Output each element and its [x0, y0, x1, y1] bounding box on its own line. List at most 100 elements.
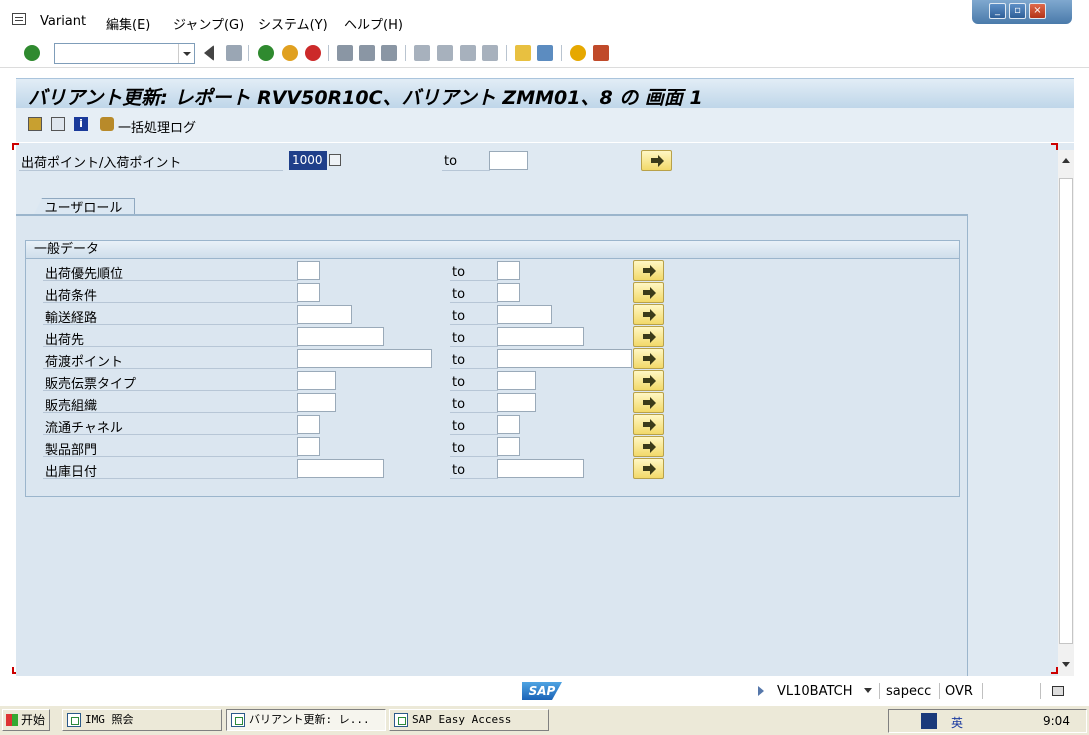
to-input[interactable] [497, 437, 520, 456]
multiple-selection-button[interactable] [633, 436, 664, 457]
shipping-point-to-input[interactable] [489, 151, 528, 170]
language-bar-icon[interactable] [921, 713, 937, 729]
to-label: to [452, 375, 466, 390]
exit-icon[interactable] [282, 45, 298, 61]
batch-log-icon[interactable] [100, 117, 114, 131]
from-input[interactable] [297, 261, 320, 280]
last-page-icon[interactable] [482, 45, 498, 61]
menu-variant[interactable]: Variant [40, 14, 86, 29]
to-input[interactable] [497, 261, 520, 280]
save-icon[interactable] [226, 45, 242, 61]
multiple-selection-button[interactable] [633, 260, 664, 281]
collapse-icon[interactable] [204, 45, 214, 61]
shipping-point-from-input[interactable]: 1000 [289, 151, 327, 170]
shipping-point-label: 出荷ポイント/入荷ポイント [21, 156, 182, 171]
to-input[interactable] [497, 349, 632, 368]
new-session-icon[interactable] [515, 45, 531, 61]
status-bar: SAP VL10BATCH sapecc OVR [0, 680, 1089, 704]
scroll-up-icon[interactable] [1062, 158, 1070, 163]
from-input[interactable] [297, 283, 320, 302]
multiple-selection-button[interactable] [633, 458, 664, 479]
batch-log-button[interactable]: 一括処理ログ [118, 117, 196, 136]
taskbar-item-active[interactable]: バリアント更新: レ... [226, 709, 386, 731]
from-input[interactable] [297, 349, 432, 368]
from-input[interactable] [297, 327, 384, 346]
enter-icon[interactable] [24, 45, 40, 61]
tab-panel: 一般データ 出荷優先順位 to 出荷条件 to 輸送経路 to 出荷先 to 荷… [16, 214, 968, 676]
layout-menu-icon[interactable] [593, 45, 609, 61]
help-icon[interactable] [570, 45, 586, 61]
server-name: sapecc [886, 684, 932, 699]
taskbar-item[interactable]: SAP Easy Access [389, 709, 549, 731]
toolbar-separator [328, 45, 329, 61]
status-expand-icon[interactable] [758, 686, 764, 696]
menu-system[interactable]: システム(Y) [258, 14, 328, 33]
from-input[interactable] [297, 305, 352, 324]
menu-help[interactable]: ヘルプ(H) [344, 14, 403, 33]
menu-bar: Variant 編集(E) ジャンプ(G) システム(Y) ヘルプ(H) _ ▫… [0, 0, 1089, 40]
to-input[interactable] [497, 305, 552, 324]
find-next-icon[interactable] [381, 45, 397, 61]
sap-window-icon [231, 713, 245, 727]
get-variant-icon[interactable] [28, 117, 42, 131]
taskbar-item-label: SAP Easy Access [412, 713, 512, 726]
next-page-icon[interactable] [460, 45, 476, 61]
to-input[interactable] [497, 371, 536, 390]
close-button[interactable]: × [1029, 3, 1046, 19]
minimize-button[interactable]: _ [989, 3, 1006, 19]
lock-icon[interactable] [1052, 686, 1064, 696]
start-label: 开始 [21, 713, 46, 727]
maximize-button[interactable]: ▫ [1009, 3, 1026, 19]
to-input[interactable] [497, 327, 584, 346]
windows-logo-icon [6, 714, 18, 726]
start-button[interactable]: 开始 [2, 709, 50, 731]
first-page-icon[interactable] [414, 45, 430, 61]
multiple-selection-button[interactable] [633, 348, 664, 369]
toolbar-separator [405, 45, 406, 61]
menu-edit[interactable]: 編集(E) [106, 14, 150, 33]
group-title: 一般データ [26, 241, 959, 259]
to-input[interactable] [497, 283, 520, 302]
from-input[interactable] [297, 415, 320, 434]
shortcut-icon[interactable] [537, 45, 553, 61]
from-input[interactable] [297, 371, 336, 390]
vertical-scrollbar[interactable] [1058, 150, 1074, 676]
multiple-selection-button[interactable] [633, 414, 664, 435]
to-label: to [452, 331, 466, 346]
chevron-down-icon[interactable] [864, 688, 872, 693]
to-input[interactable] [497, 459, 584, 478]
from-input[interactable] [297, 393, 336, 412]
label-underline [450, 478, 498, 479]
window-menu-icon[interactable] [12, 13, 26, 25]
cancel-icon[interactable] [305, 45, 321, 61]
print-icon[interactable] [337, 45, 353, 61]
from-input[interactable] [297, 437, 320, 456]
os-taskbar: 开始 IMG 照会 バリアント更新: レ... SAP Easy Access … [0, 705, 1089, 735]
scroll-thumb[interactable] [1059, 178, 1073, 644]
command-field[interactable] [54, 43, 195, 64]
to-input[interactable] [497, 393, 536, 412]
find-icon[interactable] [359, 45, 375, 61]
menu-goto[interactable]: ジャンプ(G) [173, 14, 244, 33]
label-underline [450, 302, 498, 303]
multiple-selection-button[interactable] [641, 150, 672, 171]
info-icon[interactable]: i [74, 117, 88, 131]
multiple-selection-button[interactable] [633, 392, 664, 413]
multiple-selection-button[interactable] [633, 326, 664, 347]
scroll-down-icon[interactable] [1062, 662, 1070, 667]
to-label: to [452, 353, 466, 368]
from-input[interactable] [297, 459, 384, 478]
back-icon[interactable] [258, 45, 274, 61]
ime-mode[interactable]: 英 [951, 714, 963, 731]
multiple-selection-button[interactable] [633, 304, 664, 325]
previous-page-icon[interactable] [437, 45, 453, 61]
multiple-selection-button[interactable] [633, 282, 664, 303]
to-input[interactable] [497, 415, 520, 434]
multiple-selection-button[interactable] [633, 370, 664, 391]
attributes-icon[interactable] [51, 117, 65, 131]
chevron-down-icon[interactable] [178, 44, 194, 63]
status-separator [939, 683, 940, 699]
toolbar-separator [561, 45, 562, 61]
taskbar-item[interactable]: IMG 照会 [62, 709, 222, 731]
multiple-selection-icon[interactable] [329, 154, 341, 166]
